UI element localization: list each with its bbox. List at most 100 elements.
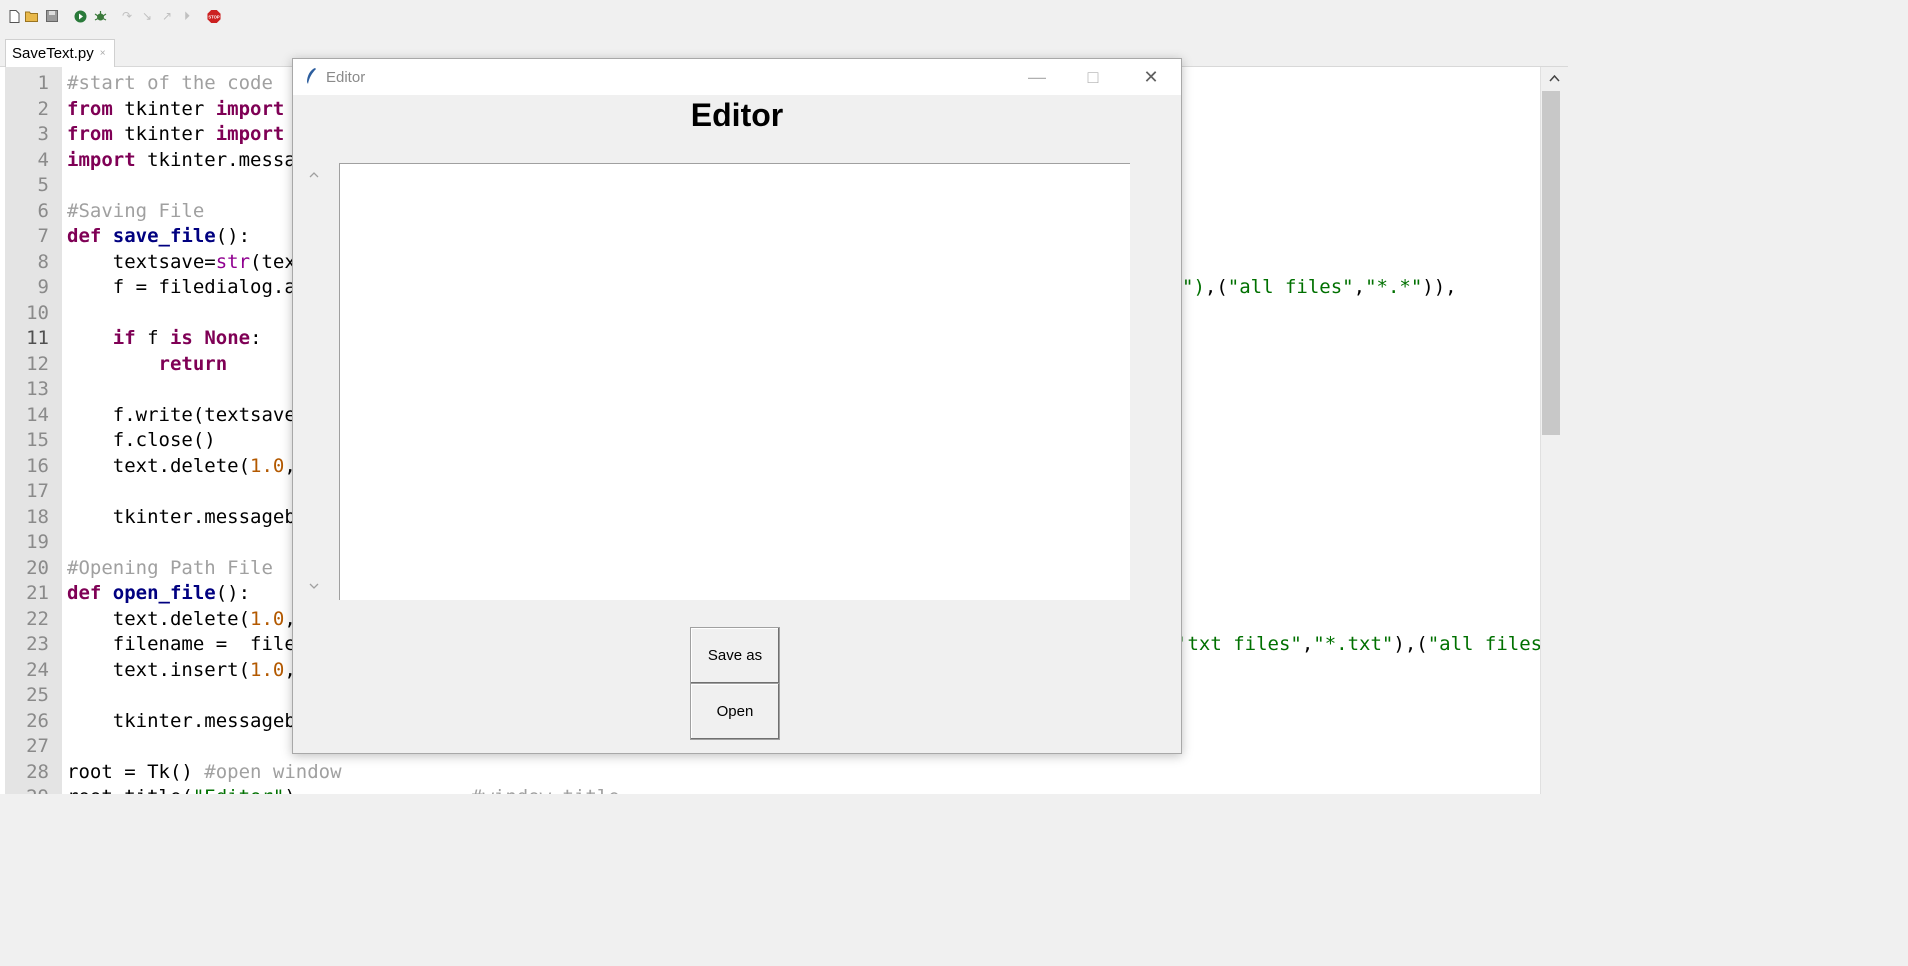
line-number: 2 <box>37 97 49 120</box>
line-number: 27 <box>26 735 49 757</box>
line-number: 22 <box>26 607 49 630</box>
code-line: #start of the code <box>67 71 273 97</box>
code-keyword: is <box>169 327 193 349</box>
code-comment: #Saving File <box>67 199 205 222</box>
line-number: 21 <box>26 582 49 604</box>
window-title: Editor <box>326 69 366 86</box>
code-keyword: from <box>67 97 113 120</box>
new-file-icon[interactable] <box>7 9 21 23</box>
line-number: 6 <box>37 199 49 222</box>
tk-feather-icon <box>305 67 317 90</box>
code-line: return <box>67 352 228 378</box>
stop-icon[interactable]: STOP <box>207 9 221 23</box>
run-icon[interactable] <box>73 9 87 23</box>
text-area[interactable] <box>339 163 1130 600</box>
line-number: 20 <box>26 556 49 579</box>
line-number: 5 <box>37 174 49 196</box>
code-line-tail: "),("all files","*.*")), <box>1182 275 1457 301</box>
code-line: root = Tk() #open window <box>67 760 342 786</box>
code-string: ") <box>1182 276 1205 298</box>
step-into-icon: ↘ <box>141 9 153 23</box>
step-over-icon: ↷ <box>121 9 133 23</box>
save-icon[interactable] <box>45 9 59 23</box>
code-function-name: open_file <box>112 582 216 604</box>
code-comment: #start of the code <box>67 72 273 94</box>
maximize-button[interactable]: □ <box>1065 59 1121 95</box>
code-text: (): <box>215 582 251 604</box>
line-number: 19 <box>26 531 49 553</box>
line-number: 24 <box>26 658 49 681</box>
code-text: f <box>135 327 170 349</box>
code-comment: #window title <box>471 786 620 794</box>
step-out-icon: ↗ <box>161 9 173 23</box>
code-text: text.delete( <box>67 607 251 630</box>
code-line: f.write(textsave <box>67 403 296 429</box>
code-keyword: import <box>215 97 285 120</box>
text-scroll-down-icon[interactable] <box>309 579 319 593</box>
open-folder-icon[interactable] <box>25 9 39 23</box>
line-number: 4 <box>37 148 49 171</box>
line-number: 25 <box>26 684 49 706</box>
scroll-up-arrow-icon[interactable] <box>1549 71 1560 85</box>
scrollbar-thumb[interactable] <box>1542 91 1560 435</box>
code-line: tkinter.messageb <box>67 709 296 735</box>
line-number: 12 <box>26 352 49 375</box>
code-comment: #open window <box>204 760 342 783</box>
code-text: ),( <box>1393 633 1428 655</box>
code-keyword: from <box>67 123 113 145</box>
code-line: f.close() <box>67 428 216 454</box>
code-builtin: str <box>215 250 251 273</box>
code-text: ) <box>284 786 295 794</box>
code-function-name: save_file <box>112 225 216 247</box>
code-text: tkinter.messageb <box>67 709 296 732</box>
code-text: root.title( <box>67 786 193 794</box>
line-number: 14 <box>26 403 49 426</box>
tab-label: SaveText.py <box>12 45 94 62</box>
code-number: 1.0 <box>250 658 285 681</box>
code-line: text.insert(1.0, <box>67 658 296 684</box>
code-text: )), <box>1422 276 1457 298</box>
code-line: #Saving File <box>67 199 204 225</box>
code-line: from tkinter import <box>67 122 284 148</box>
save-as-button[interactable]: Save as <box>690 627 780 684</box>
line-number: 1 <box>37 72 49 94</box>
tab-close-icon[interactable]: × <box>100 48 106 59</box>
line-number: 3 <box>37 123 49 145</box>
code-line: if f is None: <box>67 326 262 352</box>
code-line: def open_file(): <box>67 581 250 607</box>
editor-scrollbar[interactable] <box>1540 67 1569 794</box>
code-text: text.delete( <box>67 454 251 477</box>
minimize-button[interactable]: — <box>1009 59 1065 95</box>
code-string: 'txt files" <box>1176 633 1302 655</box>
code-line: filename = file <box>67 632 296 658</box>
line-number: 15 <box>26 429 49 451</box>
code-text: text.insert( <box>67 658 251 681</box>
editor-heading: Editor <box>690 97 784 133</box>
code-keyword: return <box>158 352 228 375</box>
line-number: 26 <box>26 709 49 732</box>
stop-icon-label: STOP <box>208 14 220 19</box>
line-number: 7 <box>37 225 49 247</box>
line-number: 28 <box>26 760 49 783</box>
code-string: "Editor" <box>193 786 285 794</box>
code-line: f = filedialog.a <box>67 275 296 301</box>
text-scroll-up-icon[interactable] <box>309 167 319 181</box>
code-text: root = Tk() <box>67 760 205 783</box>
code-comment: #Opening Path File <box>67 556 273 579</box>
close-button[interactable]: ✕ <box>1123 59 1179 95</box>
code-text: : <box>250 327 262 349</box>
line-number: 13 <box>26 378 49 400</box>
tab-savetext[interactable]: SaveText.py × <box>5 39 115 67</box>
debug-icon[interactable] <box>93 9 107 23</box>
code-text: tkinter <box>112 123 216 145</box>
code-text: tkinter.messageb <box>67 505 296 528</box>
code-keyword: None <box>204 327 251 349</box>
window-titlebar[interactable]: Editor — □ ✕ <box>293 59 1181 95</box>
code-line: import tkinter.messa <box>67 148 296 174</box>
open-button[interactable]: Open <box>690 683 780 740</box>
code-line-tail: 'txt files","*.txt"),("all files <box>1176 632 1540 658</box>
code-text: , <box>1353 276 1366 298</box>
code-text: ,( <box>1204 276 1228 298</box>
